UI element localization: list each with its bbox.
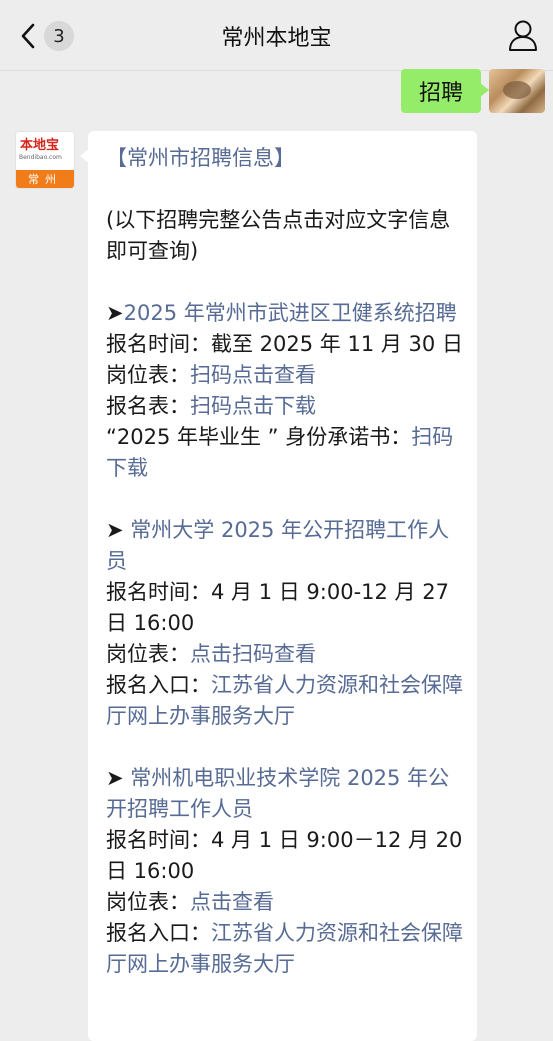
my-avatar[interactable] bbox=[489, 69, 545, 113]
outgoing-bubble[interactable]: 招聘 bbox=[400, 69, 490, 113]
post-label: 岗位表： bbox=[106, 642, 190, 666]
incoming-message-bubble: 【常州市招聘信息】 (以下招聘完整公告点击对应文字信息即可查询) ➤2025 年… bbox=[80, 131, 477, 1041]
post-link[interactable]: 点击查看 bbox=[190, 890, 274, 914]
outgoing-text: 招聘 bbox=[418, 81, 463, 106]
logo-subtext: Bendibao.com bbox=[19, 154, 62, 161]
logo-text: 本地宝 bbox=[20, 138, 60, 153]
page-title: 常州本地宝 bbox=[221, 26, 332, 51]
message-header[interactable]: 【常州市招聘信息】 bbox=[106, 146, 295, 170]
account-avatar[interactable]: 本地宝 Bendibao.com 常州 bbox=[15, 131, 75, 189]
entry-label: 报名入口： bbox=[106, 673, 211, 697]
job-title-row: ➤ 常州机电职业技术学院 2025 年公开招聘工作人员 bbox=[106, 763, 468, 825]
entry-label: 报名入口： bbox=[106, 921, 211, 945]
job-title-row: ➤2025 年常州市武进区卫健系统招聘 bbox=[106, 298, 468, 329]
job-title-link[interactable]: 常州大学 2025 年公开招聘工作人员 bbox=[106, 518, 449, 573]
time-label: 报名时间： bbox=[106, 332, 211, 356]
nav-bar: 3 常州本地宝 bbox=[0, 0, 553, 71]
arrow-icon: ➤ bbox=[106, 518, 124, 542]
job-title-row: ➤ 常州大学 2025 年公开招聘工作人员 bbox=[106, 515, 468, 577]
time-value: 截至 2025 年 11 月 30 日 bbox=[211, 332, 463, 356]
logo-city: 常州 bbox=[16, 170, 74, 188]
time-label: 报名时间： bbox=[106, 828, 211, 852]
post-label: 岗位表： bbox=[106, 890, 190, 914]
form-link[interactable]: 扫码点击下载 bbox=[190, 394, 316, 418]
time-label: 报名时间： bbox=[106, 580, 211, 604]
post-link[interactable]: 点击扫码查看 bbox=[190, 642, 316, 666]
post-label: 岗位表： bbox=[106, 363, 190, 387]
arrow-icon: ➤ bbox=[106, 766, 124, 790]
arrow-icon: ➤ bbox=[106, 301, 124, 325]
promise-label: “2025 年毕业生 ” 身份承诺书： bbox=[106, 425, 412, 449]
user-profile-icon[interactable] bbox=[507, 18, 539, 52]
job-title-link[interactable]: 2025 年常州市武进区卫健系统招聘 bbox=[124, 301, 457, 325]
job-title-link[interactable]: 常州机电职业技术学院 2025 年公开招聘工作人员 bbox=[106, 766, 449, 821]
message-intro: (以下招聘完整公告点击对应文字信息即可查询) bbox=[106, 208, 451, 263]
form-label: 报名表： bbox=[106, 394, 190, 418]
post-link[interactable]: 扫码点击查看 bbox=[190, 363, 316, 387]
message-content: 【常州市招聘信息】 (以下招聘完整公告点击对应文字信息即可查询) ➤2025 年… bbox=[106, 143, 468, 980]
